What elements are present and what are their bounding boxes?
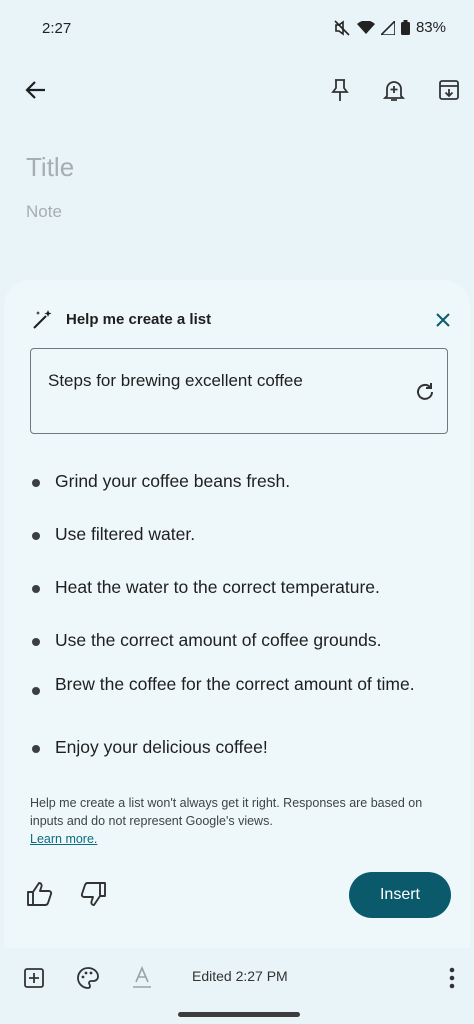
refresh-button[interactable] <box>409 376 441 408</box>
bullet <box>32 687 40 695</box>
list-item: Brew the coffee for the correct amount o… <box>30 673 430 695</box>
prompt-text[interactable]: Steps for brewing excellent coffee <box>48 371 303 391</box>
archive-icon <box>439 80 459 100</box>
gesture-nav-handle[interactable] <box>178 1012 300 1017</box>
list-item-text: Brew the coffee for the correct amount o… <box>55 674 415 694</box>
list-item: Use the correct amount of coffee grounds… <box>30 629 450 651</box>
pin-icon <box>331 79 349 101</box>
bullet <box>32 532 40 540</box>
thumbs-down-icon <box>80 882 106 906</box>
magic-wand-icon <box>33 310 52 329</box>
mute-icon <box>334 19 350 36</box>
sheet-title: Help me create a list <box>66 311 212 328</box>
learn-more-link[interactable]: Learn more. <box>30 832 97 846</box>
text-format-button[interactable] <box>126 962 158 994</box>
insert-button[interactable]: Insert <box>349 872 451 918</box>
more-options-button[interactable] <box>436 962 468 994</box>
pin-button[interactable] <box>324 74 356 106</box>
thumbs-up-icon <box>27 882 53 906</box>
list-item-text: Heat the water to the correct temperatur… <box>55 577 380 597</box>
close-icon <box>436 313 450 327</box>
list-item: Heat the water to the correct temperatur… <box>30 576 450 598</box>
reminder-button[interactable] <box>378 74 410 106</box>
text-format-icon <box>133 966 151 988</box>
status-icons: 83% <box>333 19 446 36</box>
disclaimer-text: Help me create a list won't always get i… <box>30 796 423 828</box>
archive-button[interactable] <box>433 74 465 106</box>
background-options-button[interactable] <box>72 962 104 994</box>
arrow-left-icon <box>25 81 45 99</box>
wifi-icon <box>356 20 375 34</box>
status-time: 2:27 <box>42 20 72 37</box>
like-button[interactable] <box>24 878 56 910</box>
bullet <box>32 479 40 487</box>
bullet <box>32 745 40 753</box>
dislike-button[interactable] <box>77 878 109 910</box>
list-item-text: Use the correct amount of coffee grounds… <box>55 630 382 650</box>
prompt-field[interactable] <box>30 348 448 434</box>
edited-timestamp: Edited 2:27 PM <box>192 968 288 984</box>
note-title-input[interactable]: Title <box>26 152 74 183</box>
signal-icon <box>380 20 395 35</box>
palette-icon <box>77 967 99 989</box>
list-item-text: Enjoy your delicious coffee! <box>55 737 268 757</box>
list-item-text: Grind your coffee beans fresh. <box>55 471 291 491</box>
refresh-icon <box>417 383 433 400</box>
back-button[interactable] <box>20 74 52 106</box>
bullet <box>32 585 40 593</box>
battery-level: 83% <box>415 19 446 36</box>
list-item: Use filtered water. <box>30 523 450 545</box>
sparkle-wand <box>26 304 58 336</box>
bullet <box>32 638 40 646</box>
note-body-input[interactable]: Note <box>26 202 62 222</box>
list-item: Grind your coffee beans fresh. <box>30 470 450 492</box>
more-vert-icon <box>449 967 455 989</box>
add-content-button[interactable] <box>18 962 50 994</box>
add-box-icon <box>24 968 44 988</box>
battery-icon <box>400 20 410 35</box>
bell-plus-icon <box>383 81 405 101</box>
close-button[interactable] <box>427 304 459 336</box>
list-item-text: Use filtered water. <box>55 524 196 544</box>
list-item: Enjoy your delicious coffee! <box>30 736 450 758</box>
